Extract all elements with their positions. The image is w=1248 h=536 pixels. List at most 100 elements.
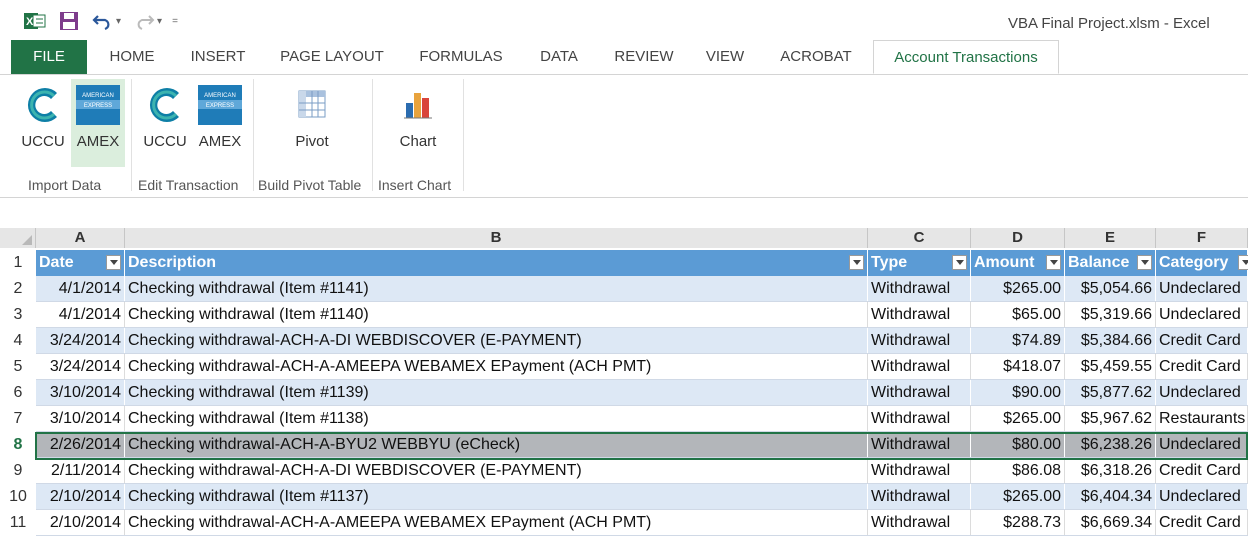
cell-date[interactable]: 3/10/2014 (36, 380, 125, 406)
cell-description[interactable]: Checking withdrawal-ACH-A-BYU2 WEBBYU (e… (125, 432, 868, 458)
row-number[interactable]: 9 (0, 458, 36, 484)
cell-balance[interactable]: $5,319.66 (1065, 302, 1156, 328)
redo-dropdown-icon[interactable]: ▾ (157, 16, 162, 27)
import-uccu-button[interactable]: UCCU (16, 79, 70, 167)
undo-icon[interactable] (90, 9, 116, 33)
cell-amount[interactable]: $288.73 (971, 510, 1065, 536)
excel-logo-icon[interactable]: X (22, 9, 48, 33)
cell-description[interactable]: Checking withdrawal (Item #1141) (125, 276, 868, 302)
cell-amount[interactable]: $74.89 (971, 328, 1065, 354)
filter-dropdown-icon[interactable] (1137, 255, 1152, 270)
cell-category[interactable]: Undeclared (1156, 484, 1248, 510)
filter-dropdown-icon[interactable] (106, 255, 121, 270)
cell-type[interactable]: Withdrawal (868, 380, 971, 406)
row-number[interactable]: 3 (0, 302, 36, 328)
cell-description[interactable]: Checking withdrawal-ACH-A-AMEEPA WEBAMEX… (125, 354, 868, 380)
cell-date[interactable]: 2/26/2014 (36, 432, 125, 458)
tab-insert[interactable]: INSERT (182, 40, 254, 74)
cell-type[interactable]: Withdrawal (868, 302, 971, 328)
filter-dropdown-icon[interactable] (1046, 255, 1061, 270)
cell-description[interactable]: Checking withdrawal (Item #1138) (125, 406, 868, 432)
cell-description[interactable]: Checking withdrawal (Item #1139) (125, 380, 868, 406)
cell-date[interactable]: 2/11/2014 (36, 458, 125, 484)
row-number[interactable]: 1 (0, 250, 36, 276)
import-amex-button[interactable]: AMERICAN EXPRESS AMEX (71, 79, 125, 167)
cell-type[interactable]: Withdrawal (868, 458, 971, 484)
tab-home[interactable]: HOME (100, 40, 164, 74)
cell-type[interactable]: Withdrawal (868, 328, 971, 354)
cell-balance[interactable]: $6,404.34 (1065, 484, 1156, 510)
cell-amount[interactable]: $418.07 (971, 354, 1065, 380)
cell-balance[interactable]: $5,877.62 (1065, 380, 1156, 406)
cell-date[interactable]: 2/10/2014 (36, 510, 125, 536)
cell-category[interactable]: Credit Card (1156, 458, 1248, 484)
cell-category[interactable]: Restaurants (1156, 406, 1248, 432)
tab-data[interactable]: DATA (528, 40, 590, 74)
row-number[interactable]: 8 (0, 432, 36, 458)
header-cell-category[interactable]: Category (1156, 250, 1248, 276)
tab-account-transactions[interactable]: Account Transactions (873, 40, 1059, 74)
cell-amount[interactable]: $265.00 (971, 276, 1065, 302)
cell-balance[interactable]: $5,459.55 (1065, 354, 1156, 380)
row-number[interactable]: 7 (0, 406, 36, 432)
cell-category[interactable]: Credit Card (1156, 354, 1248, 380)
tab-acrobat[interactable]: ACROBAT (768, 40, 864, 74)
cell-date[interactable]: 4/1/2014 (36, 302, 125, 328)
build-pivot-button[interactable]: Pivot (282, 79, 342, 167)
redo-icon[interactable] (131, 9, 157, 33)
row-number[interactable]: 6 (0, 380, 36, 406)
tab-formulas[interactable]: FORMULAS (410, 40, 512, 74)
cell-description[interactable]: Checking withdrawal-ACH-A-DI WEBDISCOVER… (125, 458, 868, 484)
cell-type[interactable]: Withdrawal (868, 276, 971, 302)
undo-dropdown-icon[interactable]: ▾ (116, 16, 121, 27)
cell-amount[interactable]: $90.00 (971, 380, 1065, 406)
column-header-c[interactable]: C (868, 228, 971, 248)
cell-category[interactable]: Credit Card (1156, 328, 1248, 354)
cell-balance[interactable]: $5,967.62 (1065, 406, 1156, 432)
filter-dropdown-icon[interactable] (849, 255, 864, 270)
cell-category[interactable]: Undeclared (1156, 276, 1248, 302)
column-header-b[interactable]: B (125, 228, 868, 248)
cell-description[interactable]: Checking withdrawal (Item #1140) (125, 302, 868, 328)
cell-description[interactable]: Checking withdrawal-ACH-A-DI WEBDISCOVER… (125, 328, 868, 354)
cell-balance[interactable]: $5,384.66 (1065, 328, 1156, 354)
cell-amount[interactable]: $265.00 (971, 406, 1065, 432)
select-all-corner[interactable] (0, 228, 36, 248)
cell-date[interactable]: 3/24/2014 (36, 354, 125, 380)
cell-category[interactable]: Undeclared (1156, 302, 1248, 328)
column-header-a[interactable]: A (36, 228, 125, 248)
cell-category[interactable]: Credit Card (1156, 510, 1248, 536)
cell-type[interactable]: Withdrawal (868, 354, 971, 380)
header-cell-description[interactable]: Description (125, 250, 868, 276)
cell-balance[interactable]: $6,318.26 (1065, 458, 1156, 484)
cell-amount[interactable]: $65.00 (971, 302, 1065, 328)
tab-view[interactable]: VIEW (698, 40, 752, 74)
cell-amount[interactable]: $80.00 (971, 432, 1065, 458)
cell-balance[interactable]: $5,054.66 (1065, 276, 1156, 302)
filter-dropdown-icon[interactable] (1238, 255, 1248, 270)
edit-amex-button[interactable]: AMERICAN EXPRESS AMEX (193, 79, 247, 167)
row-number[interactable]: 5 (0, 354, 36, 380)
column-header-f[interactable]: F (1156, 228, 1248, 248)
row-number[interactable]: 4 (0, 328, 36, 354)
cell-description[interactable]: Checking withdrawal (Item #1137) (125, 484, 868, 510)
row-number[interactable]: 10 (0, 484, 36, 510)
cell-type[interactable]: Withdrawal (868, 510, 971, 536)
cell-category[interactable]: Undeclared (1156, 380, 1248, 406)
customize-qat-icon[interactable]: = (172, 16, 178, 27)
cell-amount[interactable]: $265.00 (971, 484, 1065, 510)
cell-description[interactable]: Checking withdrawal-ACH-A-AMEEPA WEBAMEX… (125, 510, 868, 536)
tab-page-layout[interactable]: PAGE LAYOUT (270, 40, 394, 74)
cell-type[interactable]: Withdrawal (868, 406, 971, 432)
cell-balance[interactable]: $6,669.34 (1065, 510, 1156, 536)
tab-file[interactable]: FILE (11, 40, 87, 74)
row-number[interactable]: 11 (0, 510, 36, 536)
insert-chart-button[interactable]: Chart (390, 79, 446, 167)
cell-date[interactable]: 3/10/2014 (36, 406, 125, 432)
edit-uccu-button[interactable]: UCCU (138, 79, 192, 167)
cell-type[interactable]: Withdrawal (868, 432, 971, 458)
tab-review[interactable]: REVIEW (606, 40, 682, 74)
cell-date[interactable]: 2/10/2014 (36, 484, 125, 510)
column-header-d[interactable]: D (971, 228, 1065, 248)
filter-dropdown-icon[interactable] (952, 255, 967, 270)
